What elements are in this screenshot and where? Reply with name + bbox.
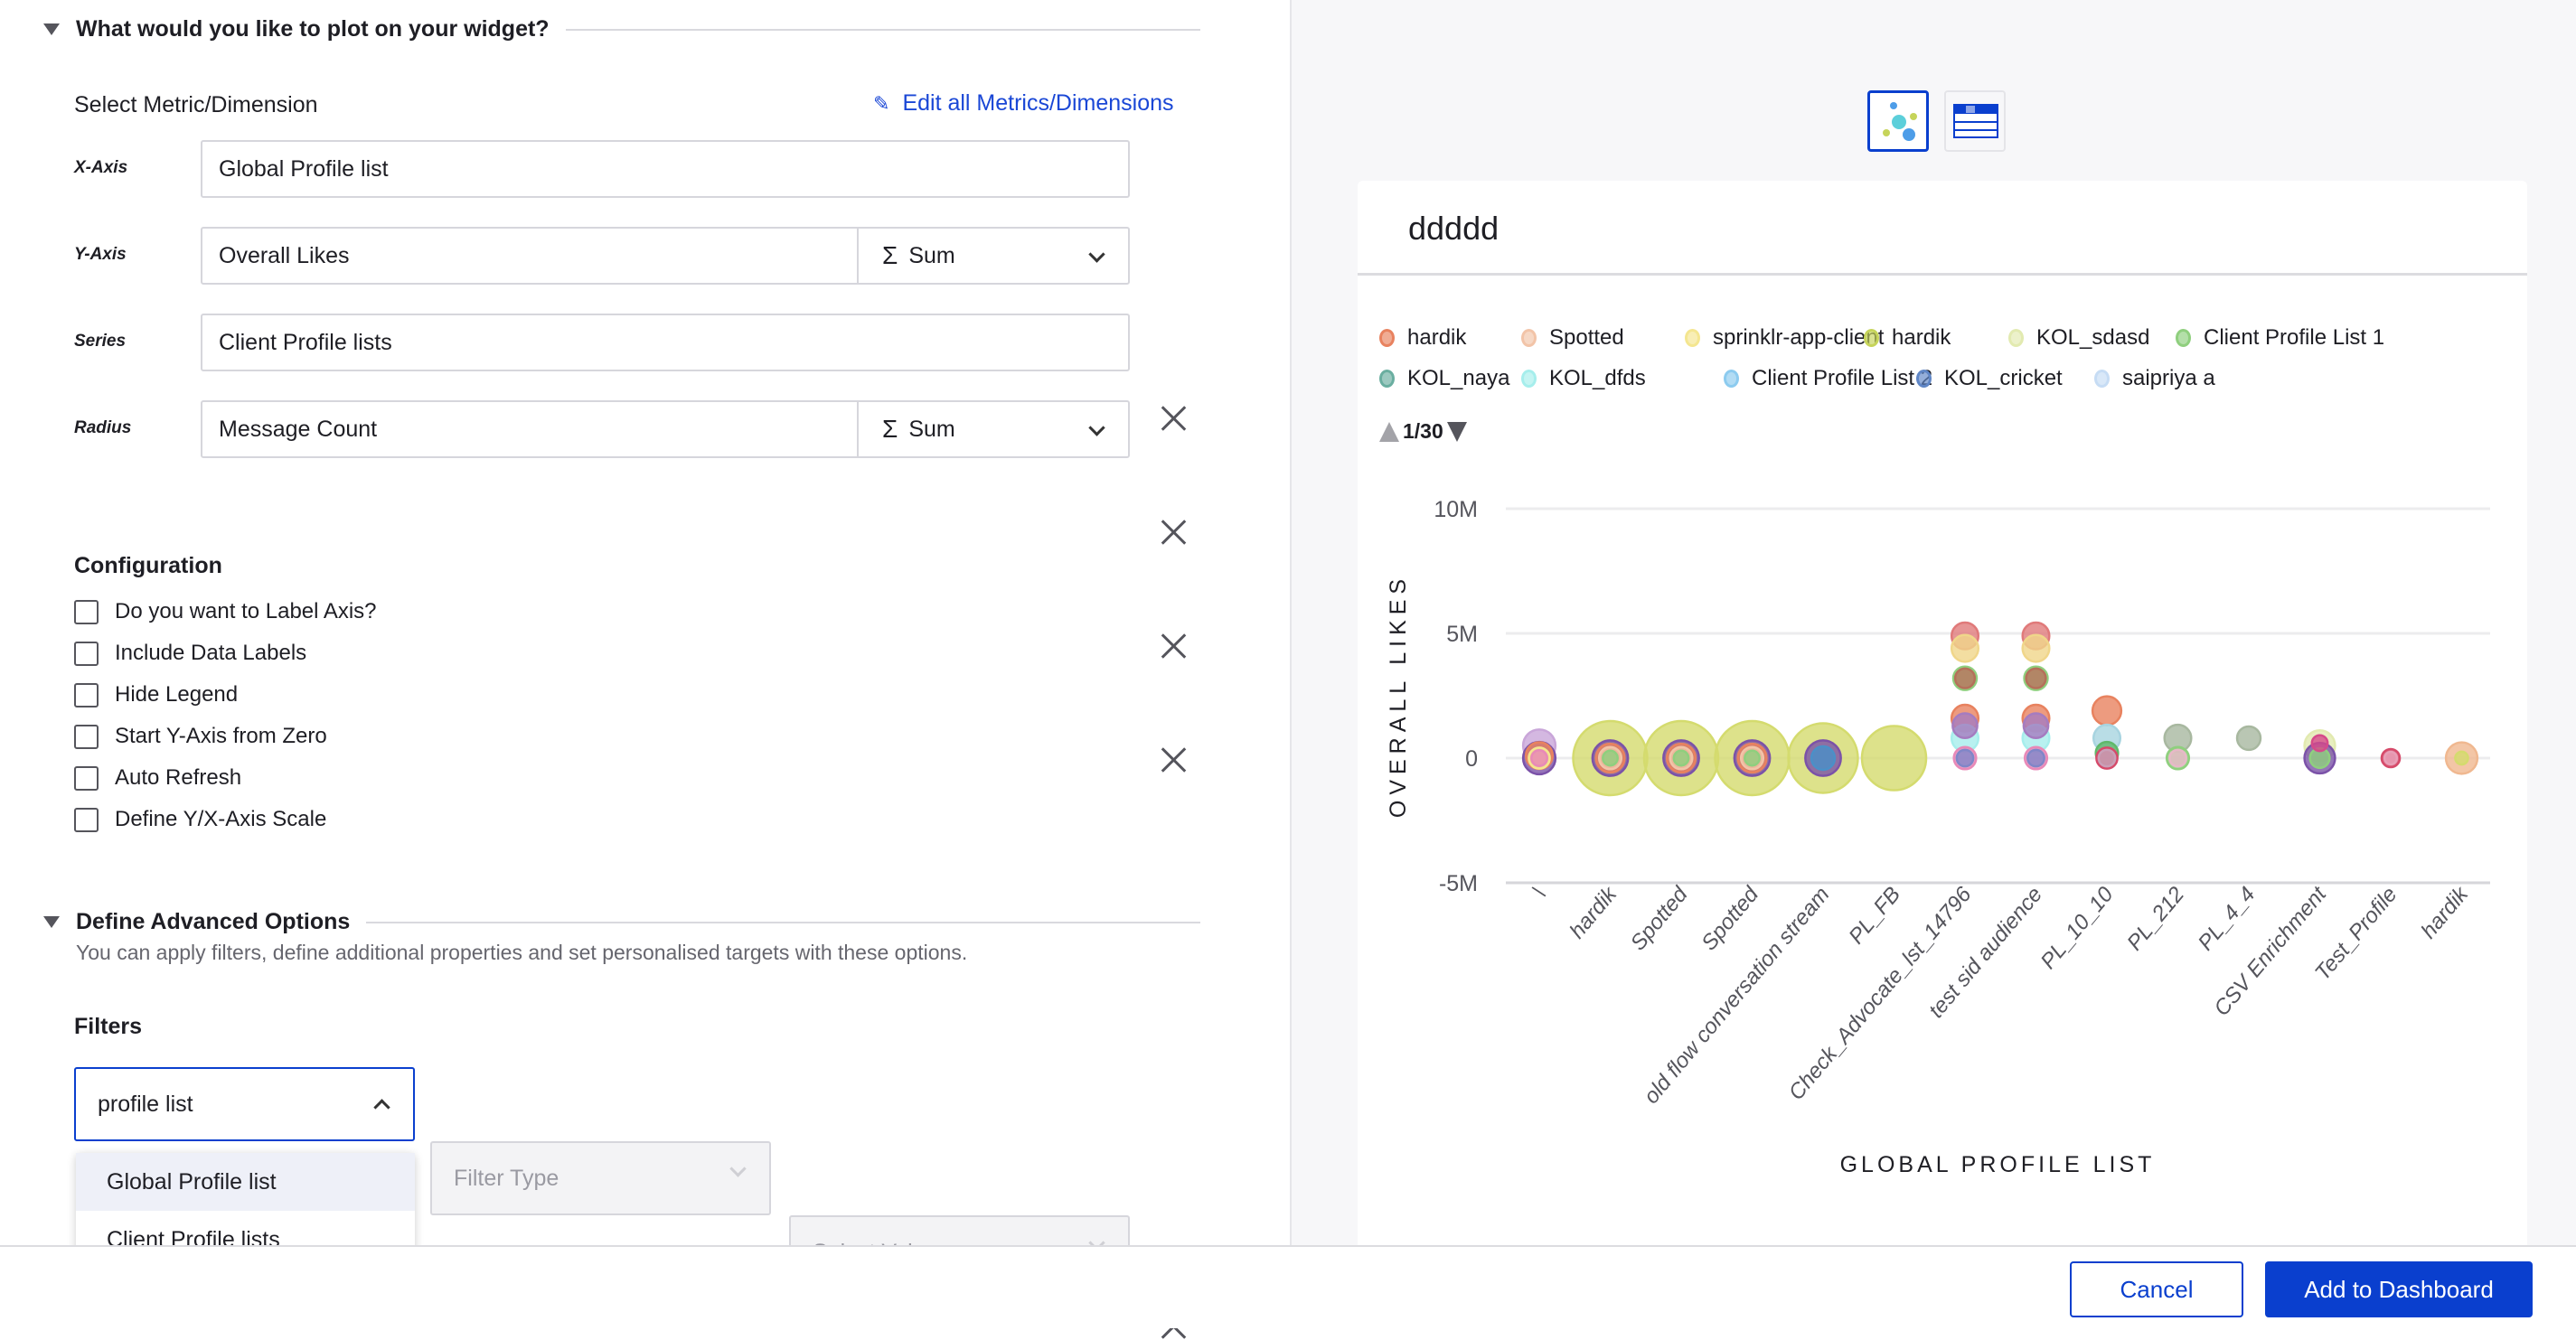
y-tick-label: 0 <box>1465 746 1478 772</box>
bubble <box>1860 725 1928 792</box>
bubble <box>1672 749 1690 767</box>
bubble <box>2168 748 2187 768</box>
y-tick-label: 5M <box>1446 622 1478 647</box>
bubble <box>2026 748 2045 768</box>
bubble <box>2383 750 2399 766</box>
bubble <box>2235 725 2262 752</box>
bubble <box>1602 749 1619 767</box>
cancel-button[interactable]: Cancel <box>2070 1261 2243 1317</box>
x-tick-label: \ <box>1528 883 1551 903</box>
bubble <box>2097 748 2117 768</box>
x-tick-label: hardik <box>1565 881 1622 943</box>
bubble <box>2021 633 2051 663</box>
x-tick-label: Spotted <box>1697 882 1763 955</box>
bubble <box>2310 734 2329 753</box>
bubble-chart: 10M5M0-5M \ hardik Spotted Spottedold flow c… <box>1386 497 2490 1177</box>
bubble <box>1953 667 1977 689</box>
x-tick-label: PL_FB <box>1844 883 1905 950</box>
x-tick-label: hardik <box>2416 881 2474 943</box>
bubble <box>1950 633 1980 663</box>
bubble <box>1951 712 1979 739</box>
x-tick-label: PL_4_4 <box>2194 883 2261 956</box>
x-tick-label: PL_10_10 <box>2036 882 2119 974</box>
x-tick-label: PL_212 <box>2122 883 2189 956</box>
y-tick-label: -5M <box>1439 871 1478 896</box>
bubble <box>2091 695 2123 726</box>
bubble <box>1530 749 1548 767</box>
y-tick-label: 10M <box>1434 497 1478 522</box>
footer-bar: Cancel Add to Dashboard <box>0 1245 2576 1328</box>
y-axis-title: OVERALL LIKES <box>1386 574 1411 818</box>
x-tick-label: Spotted <box>1626 882 1693 955</box>
bubble <box>1810 745 1837 772</box>
add-to-dashboard-button[interactable]: Add to Dashboard <box>2265 1261 2533 1317</box>
bubble <box>2454 750 2469 766</box>
bubble <box>1955 748 1975 768</box>
bubble <box>2025 667 2047 689</box>
x-axis-title: GLOBAL PROFILE LIST <box>1840 1152 2156 1177</box>
dropdown-option-global-profile-list[interactable]: Global Profile list <box>76 1153 415 1211</box>
bubble <box>2022 712 2050 739</box>
bubble <box>1744 749 1761 767</box>
